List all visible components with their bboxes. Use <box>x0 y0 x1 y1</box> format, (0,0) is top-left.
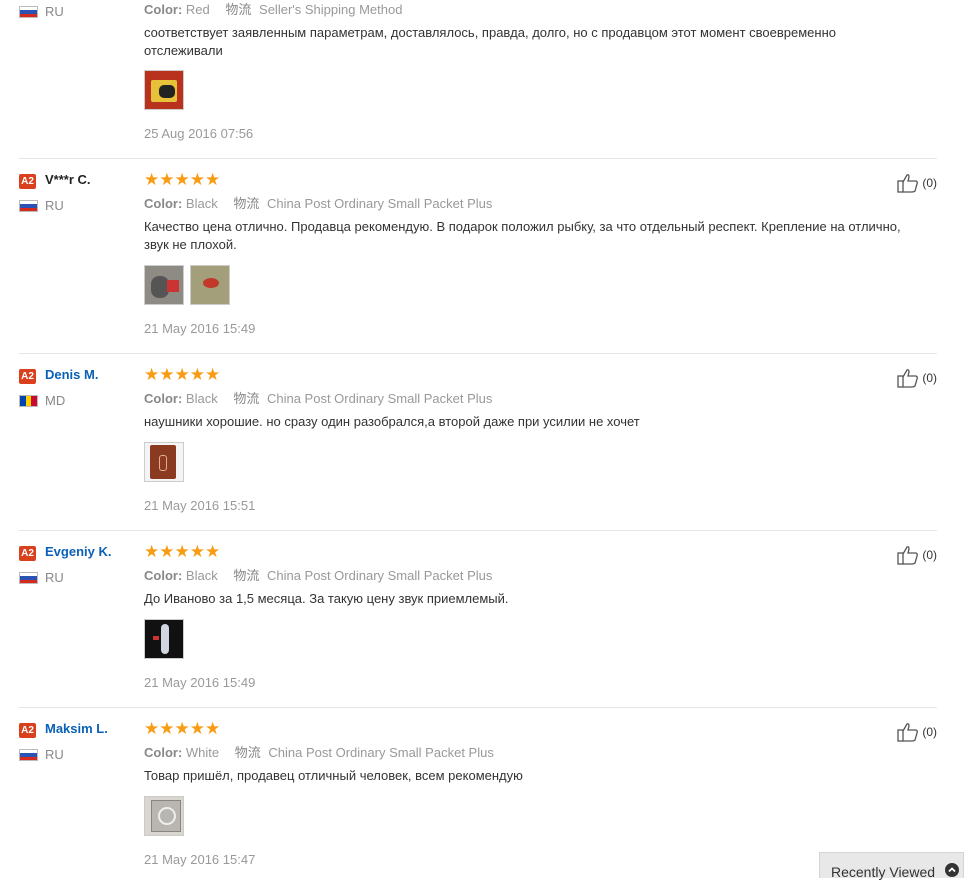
review-meta: Color: Black 物流 China Post Ordinary Smal… <box>144 565 492 584</box>
review-photos <box>144 70 184 110</box>
country-code: RU <box>45 570 64 585</box>
reviewer-name: V***r C. <box>45 172 91 187</box>
flag-ru-icon <box>19 749 38 761</box>
like-count: (0) <box>922 548 937 562</box>
country-code: MD <box>45 393 66 408</box>
review-photo[interactable] <box>144 619 184 659</box>
flag-ru-icon <box>19 6 38 18</box>
review-item: A2 Maksim L. RU ★★★★★ Color: White 物流 Ch… <box>19 719 937 878</box>
reviewer-name[interactable]: Maksim L. <box>45 721 108 736</box>
review-text: соответствует заявленным параметрам, дос… <box>144 25 836 58</box>
review-text: Качество цена отлично. Продавца рекоменд… <box>144 219 901 252</box>
review-photos <box>144 796 184 836</box>
like-button[interactable]: (0) <box>897 173 937 193</box>
review-date: 21 May 2016 15:49 <box>144 321 256 336</box>
star-rating: ★★★★★ <box>144 542 221 561</box>
review-item: A2 V***r C. RU ★★★★★ Color: Black 物流 Chi… <box>19 170 937 354</box>
logistics-value: China Post Ordinary Small Packet Plus <box>266 568 493 583</box>
thumbs-up-icon <box>897 174 919 193</box>
color-label: Color: <box>144 391 183 406</box>
review-photo[interactable] <box>190 265 230 305</box>
color-value: Black <box>185 196 218 211</box>
color-value: White <box>185 745 220 760</box>
like-button[interactable]: (0) <box>897 545 937 565</box>
buyer-level-badge: A2 <box>19 174 36 189</box>
review-photo[interactable] <box>144 442 184 482</box>
thumbs-up-icon <box>897 546 919 565</box>
color-label: Color: <box>144 568 183 583</box>
color-label: Color: <box>144 196 183 211</box>
review-meta: Color: Black 物流 China Post Ordinary Smal… <box>144 193 492 212</box>
like-count: (0) <box>922 176 937 190</box>
review-item: RU Color: Red 物流 Seller's Shipping Metho… <box>19 0 937 159</box>
review-date: 25 Aug 2016 07:56 <box>144 126 254 141</box>
review-item: A2 Denis M. MD ★★★★★ Color: Black 物流 Chi… <box>19 365 937 531</box>
review-photo[interactable] <box>144 265 184 305</box>
thumbs-up-icon <box>897 723 919 742</box>
star-rating: ★★★★★ <box>144 365 221 384</box>
review-text: наушники хорошие. но сразу один разобрал… <box>144 414 640 429</box>
like-button[interactable]: (0) <box>897 722 937 742</box>
color-label: Color: <box>144 745 183 760</box>
reviewer-name[interactable]: Denis M. <box>45 367 98 382</box>
review-photos <box>144 619 184 659</box>
logistics-value: Seller's Shipping Method <box>259 2 403 17</box>
review-photos <box>144 265 230 305</box>
review-photo[interactable] <box>144 796 184 836</box>
buyer-level-badge: A2 <box>19 723 36 738</box>
logistics-value: China Post Ordinary Small Packet Plus <box>266 196 493 211</box>
like-count: (0) <box>922 725 937 739</box>
flag-ru-icon <box>19 572 38 584</box>
reviewer-name[interactable]: Evgeniy K. <box>45 544 111 559</box>
like-count: (0) <box>922 371 937 385</box>
review-text: До Иваново за 1,5 месяца. За такую цену … <box>144 591 509 606</box>
logistics-label: 物流 <box>233 196 260 211</box>
color-value: Black <box>185 391 218 406</box>
recently-viewed-tab[interactable]: Recently Viewed <box>819 852 964 880</box>
star-rating: ★★★★★ <box>144 170 221 189</box>
logistics-label: 物流 <box>233 568 260 583</box>
color-label: Color: <box>144 2 183 17</box>
review-date: 21 May 2016 15:47 <box>144 852 256 867</box>
logistics-value: China Post Ordinary Small Packet Plus <box>266 391 493 406</box>
review-photo[interactable] <box>144 70 184 110</box>
chevron-up-icon <box>945 863 959 877</box>
buyer-level-badge: A2 <box>19 546 36 561</box>
like-button[interactable]: (0) <box>897 368 937 388</box>
thumbs-up-icon <box>897 369 919 388</box>
flag-md-icon <box>19 395 38 407</box>
color-value: Red <box>185 2 210 17</box>
review-meta: Color: Black 物流 China Post Ordinary Smal… <box>144 388 492 407</box>
buyer-level-badge: A2 <box>19 369 36 384</box>
country-code: RU <box>45 198 64 213</box>
logistics-label: 物流 <box>225 2 252 17</box>
star-rating: ★★★★★ <box>144 719 221 738</box>
review-meta: Color: White 物流 China Post Ordinary Smal… <box>144 742 494 761</box>
review-date: 21 May 2016 15:51 <box>144 498 256 513</box>
country-code: RU <box>45 747 64 762</box>
logistics-label: 物流 <box>233 391 260 406</box>
color-value: Black <box>185 568 218 583</box>
country-code: RU <box>45 4 64 19</box>
review-date: 21 May 2016 15:49 <box>144 675 256 690</box>
review-meta: Color: Red 物流 Seller's Shipping Method <box>144 0 402 18</box>
logistics-label: 物流 <box>234 745 261 760</box>
flag-ru-icon <box>19 200 38 212</box>
review-text: Товар пришёл, продавец отличный человек,… <box>144 768 523 783</box>
review-photos <box>144 442 184 482</box>
review-item: A2 Evgeniy K. RU ★★★★★ Color: Black 物流 C… <box>19 542 937 708</box>
logistics-value: China Post Ordinary Small Packet Plus <box>268 745 494 760</box>
